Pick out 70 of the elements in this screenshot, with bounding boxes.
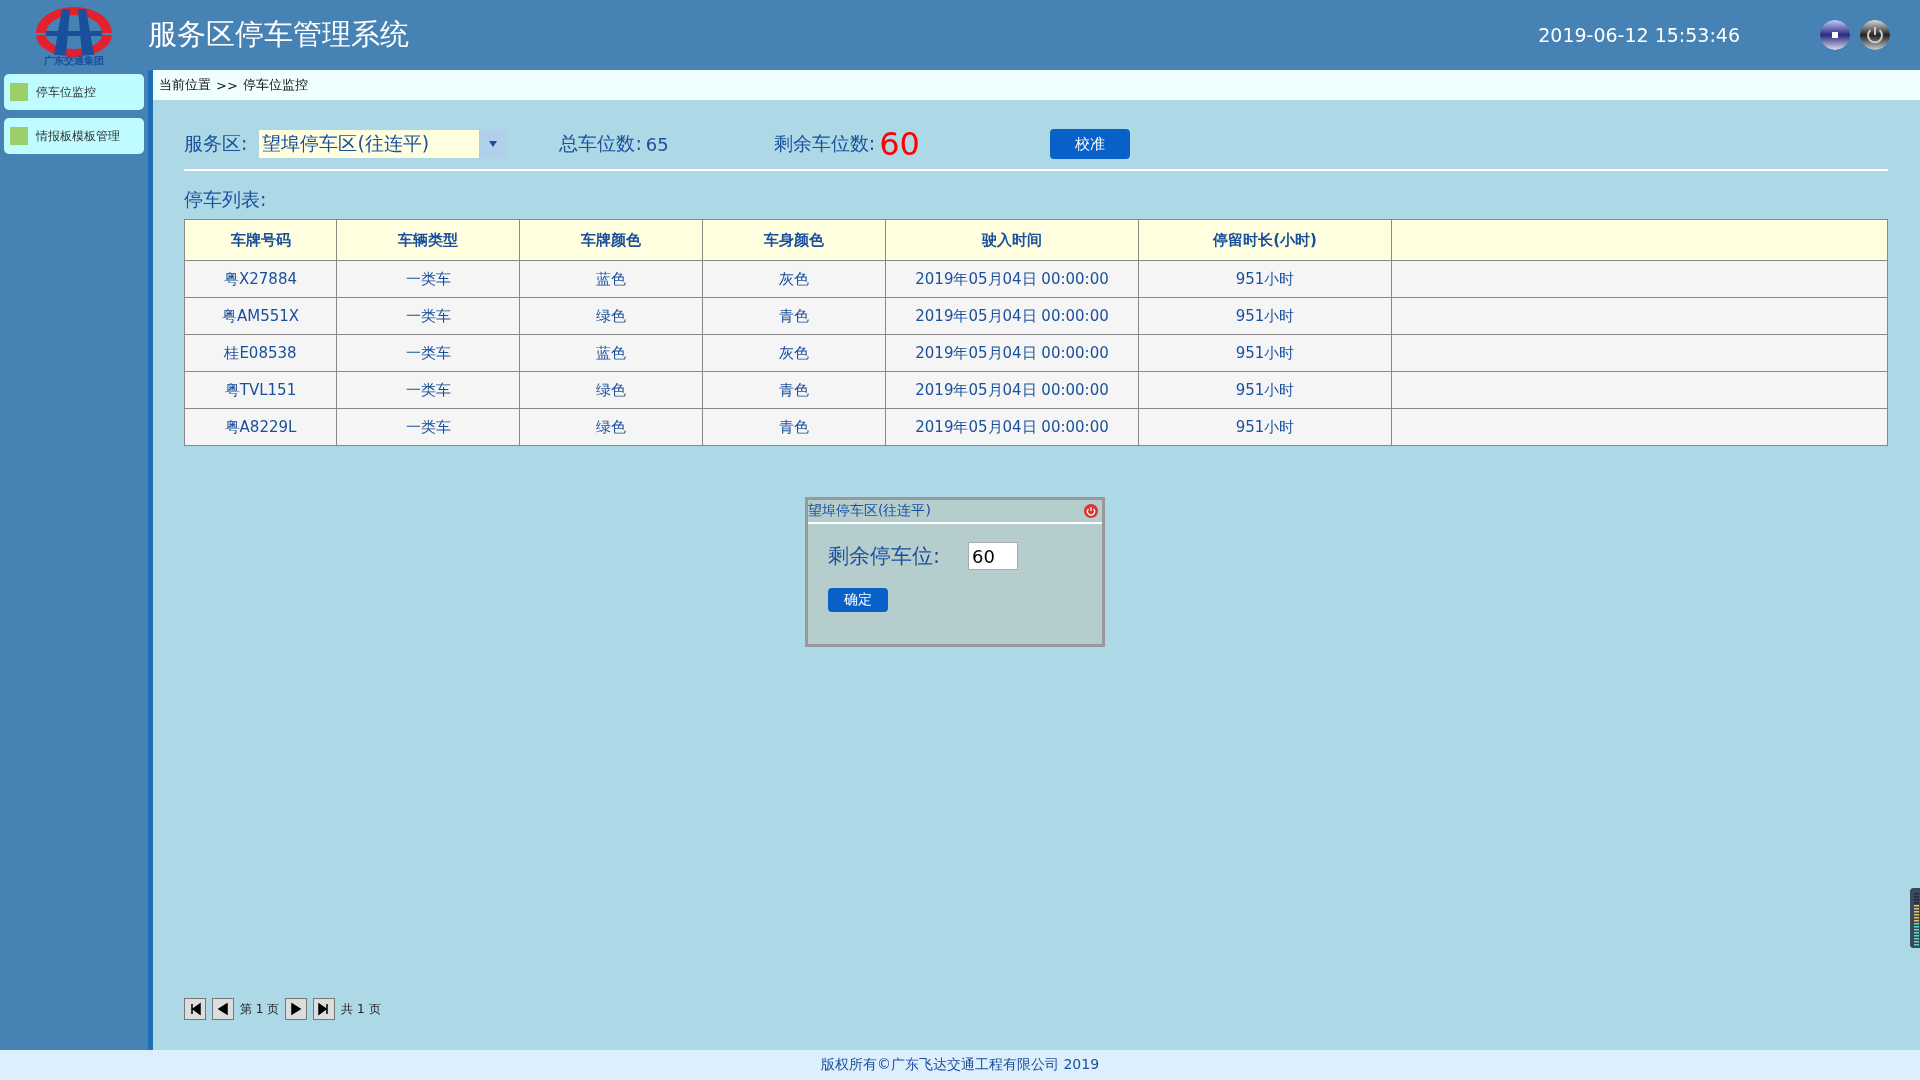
table-cell: 一类车 [336,260,520,298]
skip-start-icon [188,1002,202,1016]
app-title: 服务区停车管理系统 [148,16,409,53]
table-cell: 青色 [702,371,886,409]
table-cell: 粤AM551X [184,297,337,335]
service-area-dropdown[interactable]: 望埠停车区(往连平) [259,130,508,158]
stop-icon[interactable] [1820,20,1850,50]
total-spaces-label: 总车位数: [559,131,642,156]
remaining-spaces-label: 剩余车位数: [773,131,876,156]
table-cell: 一类车 [336,297,520,335]
first-page-button[interactable] [184,998,206,1020]
breadcrumb-current: 停车位监控 [242,76,308,94]
table-cell: 一类车 [336,371,520,409]
power-icon[interactable] [1860,20,1890,50]
caret-icon [489,141,498,147]
column-header: 车辆类型 [336,219,520,261]
table-cell: 灰色 [702,260,886,298]
table-cell: 951小时 [1138,371,1392,409]
page-number-text: 第 1 页 [240,1000,280,1018]
table-cell: 2019年05月04日 00:00:00 [885,408,1139,446]
table-cell: 951小时 [1138,297,1392,335]
table-cell: 粤TVL151 [184,371,337,409]
table-cell: 蓝色 [519,334,703,372]
dialog-title: 望埠停车区(往连平) [808,502,932,520]
table-cell: 951小时 [1138,408,1392,446]
column-header: 车身颜色 [702,219,886,261]
close-icon[interactable] [1084,504,1098,518]
level-meter-icon [1910,888,1920,948]
breadcrumb-label: 当前位置 [159,76,211,94]
sidebar-item[interactable]: 情报板模板管理 [4,118,144,154]
column-header: 停留时长(小时) [1138,219,1392,261]
table-cell: 2019年05月04日 00:00:00 [885,371,1139,409]
last-page-button[interactable] [313,998,336,1020]
previous-page-button[interactable] [212,998,234,1020]
table-cell: 一类车 [336,408,520,446]
table-cell: 粤X27884 [184,260,337,298]
list-title: 停车列表: [184,187,268,212]
table-cell: 一类车 [336,334,520,372]
remaining-spaces-input[interactable]: 60 [968,542,1019,570]
table-cell: 绿色 [519,408,703,446]
table-cell: 2019年05月04日 00:00:00 [885,297,1139,335]
triangle-right-icon [289,1002,304,1016]
table-cell: 青色 [702,297,886,335]
table-cell: 绿色 [519,371,703,409]
service-area-label: 服务区: [184,131,248,156]
field-label: 剩余停车位: [828,543,941,570]
table-cell: 绿色 [519,297,703,335]
datetime-text: 2019-06-12 15:53:46 [1538,24,1740,46]
table-cell: 2019年05月04日 00:00:00 [885,334,1139,372]
column-header: 驶入时间 [885,219,1139,261]
table-cell: 951小时 [1138,334,1392,372]
confirm-button[interactable]: 确定 [828,588,888,612]
calibrate-button[interactable]: 校准 [1049,129,1130,159]
table-cell: 951小时 [1138,260,1392,298]
breadcrumb-separator: >> [216,77,238,93]
next-page-button[interactable] [285,998,308,1020]
triangle-left-icon [216,1002,230,1016]
table-cell: 粤A8229L [184,408,337,446]
total-spaces-value: 65 [645,133,669,155]
footer-text: 版权所有©广东飞达交通工程有限公司 2019 [0,1050,1920,1080]
table-cell: 灰色 [702,334,886,372]
column-header: 车牌颜色 [519,219,703,261]
page-total-text: 共 1 页 [341,1000,381,1018]
table-cell: 2019年05月04日 00:00:00 [885,260,1139,298]
remaining-spaces-value: 60 [879,125,920,163]
column-header: 车牌号码 [184,219,337,261]
sidebar-item[interactable]: 停车位监控 [4,74,144,110]
table-cell: 蓝色 [519,260,703,298]
table-cell: 青色 [702,408,886,446]
table-cell: 桂E08538 [184,334,337,372]
